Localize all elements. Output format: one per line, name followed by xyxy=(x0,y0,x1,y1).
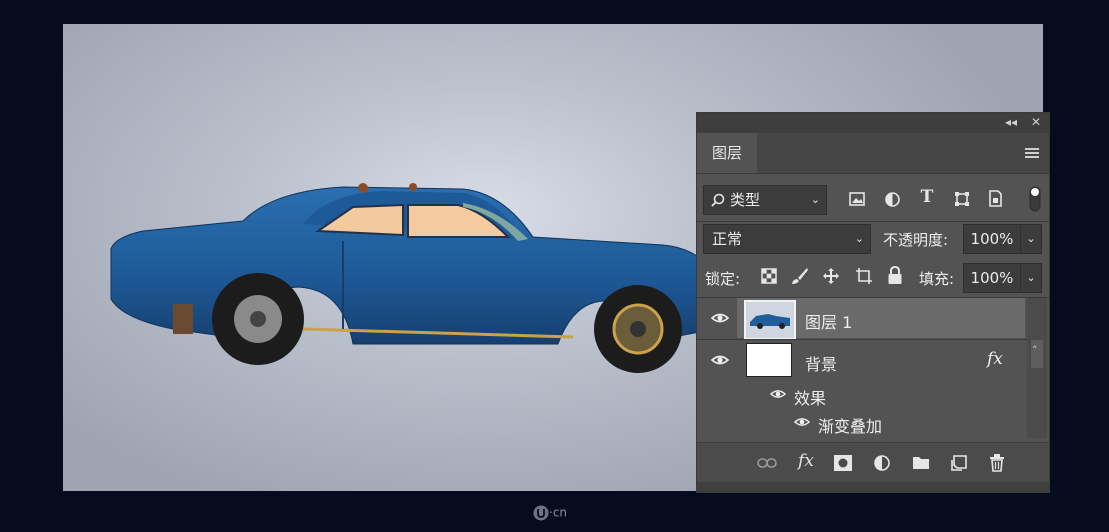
chevron-up-icon: ˄ xyxy=(1032,344,1038,357)
folder-icon[interactable] xyxy=(912,455,930,470)
adjustment-icon[interactable] xyxy=(874,455,890,471)
eye-icon[interactable] xyxy=(711,355,729,365)
tab-layers[interactable]: 图层 xyxy=(697,133,757,173)
layer-name[interactable]: 背景 xyxy=(805,351,837,375)
lock-brush-icon[interactable] xyxy=(791,267,809,285)
fx-icon[interactable]: fx xyxy=(795,451,817,471)
opacity-input[interactable]: 100% xyxy=(963,224,1021,254)
blend-mode-value: 正常 xyxy=(712,230,743,248)
lock-label: 锁定: xyxy=(705,270,741,288)
link-icon[interactable] xyxy=(757,457,777,469)
panel-resize-grip[interactable] xyxy=(697,482,1049,492)
adjustment-filter-icon[interactable] xyxy=(885,192,900,207)
watermark: ·cn xyxy=(533,505,567,521)
layer-name[interactable]: 图层 1 xyxy=(805,309,852,333)
background-thumbnail xyxy=(746,343,792,377)
layers-panel: ◂◂ ✕ 图层 类型 ⌄ T 正常 ⌄ 不透明度: 100% ⌄ 锁定: 填充:… xyxy=(697,113,1049,492)
blend-mode-select[interactable]: 正常 ⌄ xyxy=(703,224,871,254)
chevron-down-icon: ⌄ xyxy=(1026,232,1036,245)
divider xyxy=(697,221,1049,222)
opacity-dropdown[interactable]: ⌄ xyxy=(1020,224,1042,254)
smart-object-filter-icon[interactable] xyxy=(988,190,1003,207)
opacity-label: 不透明度: xyxy=(883,231,949,249)
car-thumbnail-icon xyxy=(750,314,790,329)
expand-toggle[interactable]: ˄ xyxy=(1031,340,1043,368)
layers-bottom-toolbar: fx xyxy=(697,442,1049,483)
divider xyxy=(697,339,1027,340)
panel-tab-bar: 图层 xyxy=(697,133,1049,174)
effects-label[interactable]: 效果 xyxy=(794,385,826,409)
eye-icon[interactable] xyxy=(770,389,786,399)
layer-fx-badge[interactable]: fx xyxy=(987,349,1003,369)
lock-pixels-icon[interactable] xyxy=(761,268,777,284)
site-logo-icon xyxy=(533,505,549,521)
close-icon[interactable]: ✕ xyxy=(1031,115,1041,129)
fill-dropdown[interactable]: ⌄ xyxy=(1020,263,1042,293)
filter-toggle-icon[interactable] xyxy=(1029,186,1041,212)
lock-all-icon[interactable] xyxy=(887,266,903,285)
chevron-down-icon: ⌄ xyxy=(1026,271,1036,284)
shape-filter-icon[interactable] xyxy=(954,191,970,207)
lock-artboard-icon[interactable] xyxy=(855,267,873,285)
car-image xyxy=(110,183,716,373)
effect-item[interactable]: 渐变叠加 xyxy=(818,413,882,437)
watermark-text: ·cn xyxy=(549,505,568,520)
panel-menu-icon[interactable] xyxy=(1025,148,1039,158)
fill-label: 填充: xyxy=(919,270,955,288)
layers-scrollbar[interactable]: ˄ xyxy=(1027,298,1047,438)
trash-icon[interactable] xyxy=(989,454,1005,472)
image-filter-icon[interactable] xyxy=(849,192,865,206)
fill-input[interactable]: 100% xyxy=(963,263,1021,293)
panel-title-strip: ◂◂ ✕ xyxy=(697,113,1049,133)
eye-icon[interactable] xyxy=(794,417,810,427)
mask-icon[interactable] xyxy=(834,455,852,471)
new-layer-icon[interactable] xyxy=(951,455,967,471)
layer-filter-select[interactable]: 类型 ⌄ xyxy=(703,185,827,215)
search-icon xyxy=(711,193,725,207)
lock-move-icon[interactable] xyxy=(822,267,840,285)
type-filter-icon[interactable]: T xyxy=(917,187,937,207)
chevron-down-icon: ⌄ xyxy=(854,232,864,245)
collapse-icon[interactable]: ◂◂ xyxy=(1005,115,1017,129)
eye-icon[interactable] xyxy=(711,313,729,323)
chevron-down-icon: ⌄ xyxy=(810,193,820,206)
layer-filter-label: 类型 xyxy=(730,191,761,209)
layer-thumbnail xyxy=(744,300,796,340)
